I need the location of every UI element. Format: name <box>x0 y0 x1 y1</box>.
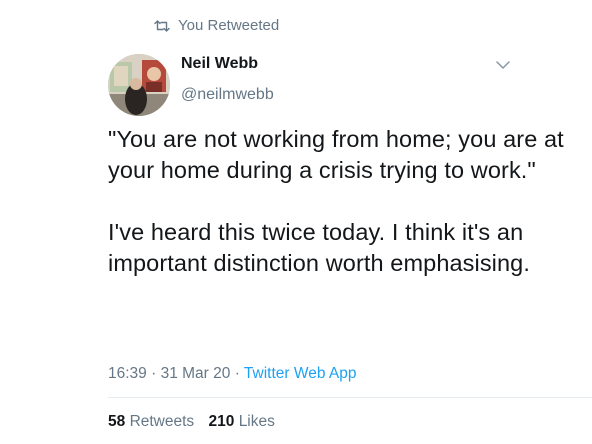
tweet-meta: 16:39 · 31 Mar 20 · Twitter Web App <box>108 365 356 383</box>
retweets-count: 58 <box>108 413 126 430</box>
avatar[interactable] <box>108 54 170 116</box>
author-name[interactable]: Neil Webb <box>181 55 258 73</box>
retweets-label: Retweets <box>129 413 195 430</box>
retweet-context: You Retweeted <box>154 17 279 34</box>
tweet-date[interactable]: 31 Mar 20 <box>161 365 231 382</box>
tweet-stats: 58 Retweets 210 Likes <box>108 413 275 431</box>
tweet-paragraph: I've heard this twice today. I think it'… <box>108 219 530 276</box>
meta-separator: · <box>151 365 157 382</box>
retweet-icon <box>154 19 170 32</box>
meta-separator: · <box>234 365 240 382</box>
likes-count: 210 <box>208 413 235 430</box>
chevron-down-icon[interactable] <box>495 60 511 70</box>
likes-stat[interactable]: 210 Likes <box>209 413 275 430</box>
tweet-time[interactable]: 16:39 <box>108 365 147 382</box>
likes-label: Likes <box>238 413 275 430</box>
retweet-context-label: You Retweeted <box>178 17 280 34</box>
retweets-stat[interactable]: 58 Retweets <box>108 413 199 430</box>
author-handle[interactable]: @neilmwebb <box>181 86 274 104</box>
tweet-paragraph: "You are not working from home; you are … <box>108 126 564 183</box>
divider <box>108 397 592 398</box>
tweet-text: "You are not working from home; you are … <box>108 124 568 279</box>
tweet-source-link[interactable]: Twitter Web App <box>244 365 357 382</box>
